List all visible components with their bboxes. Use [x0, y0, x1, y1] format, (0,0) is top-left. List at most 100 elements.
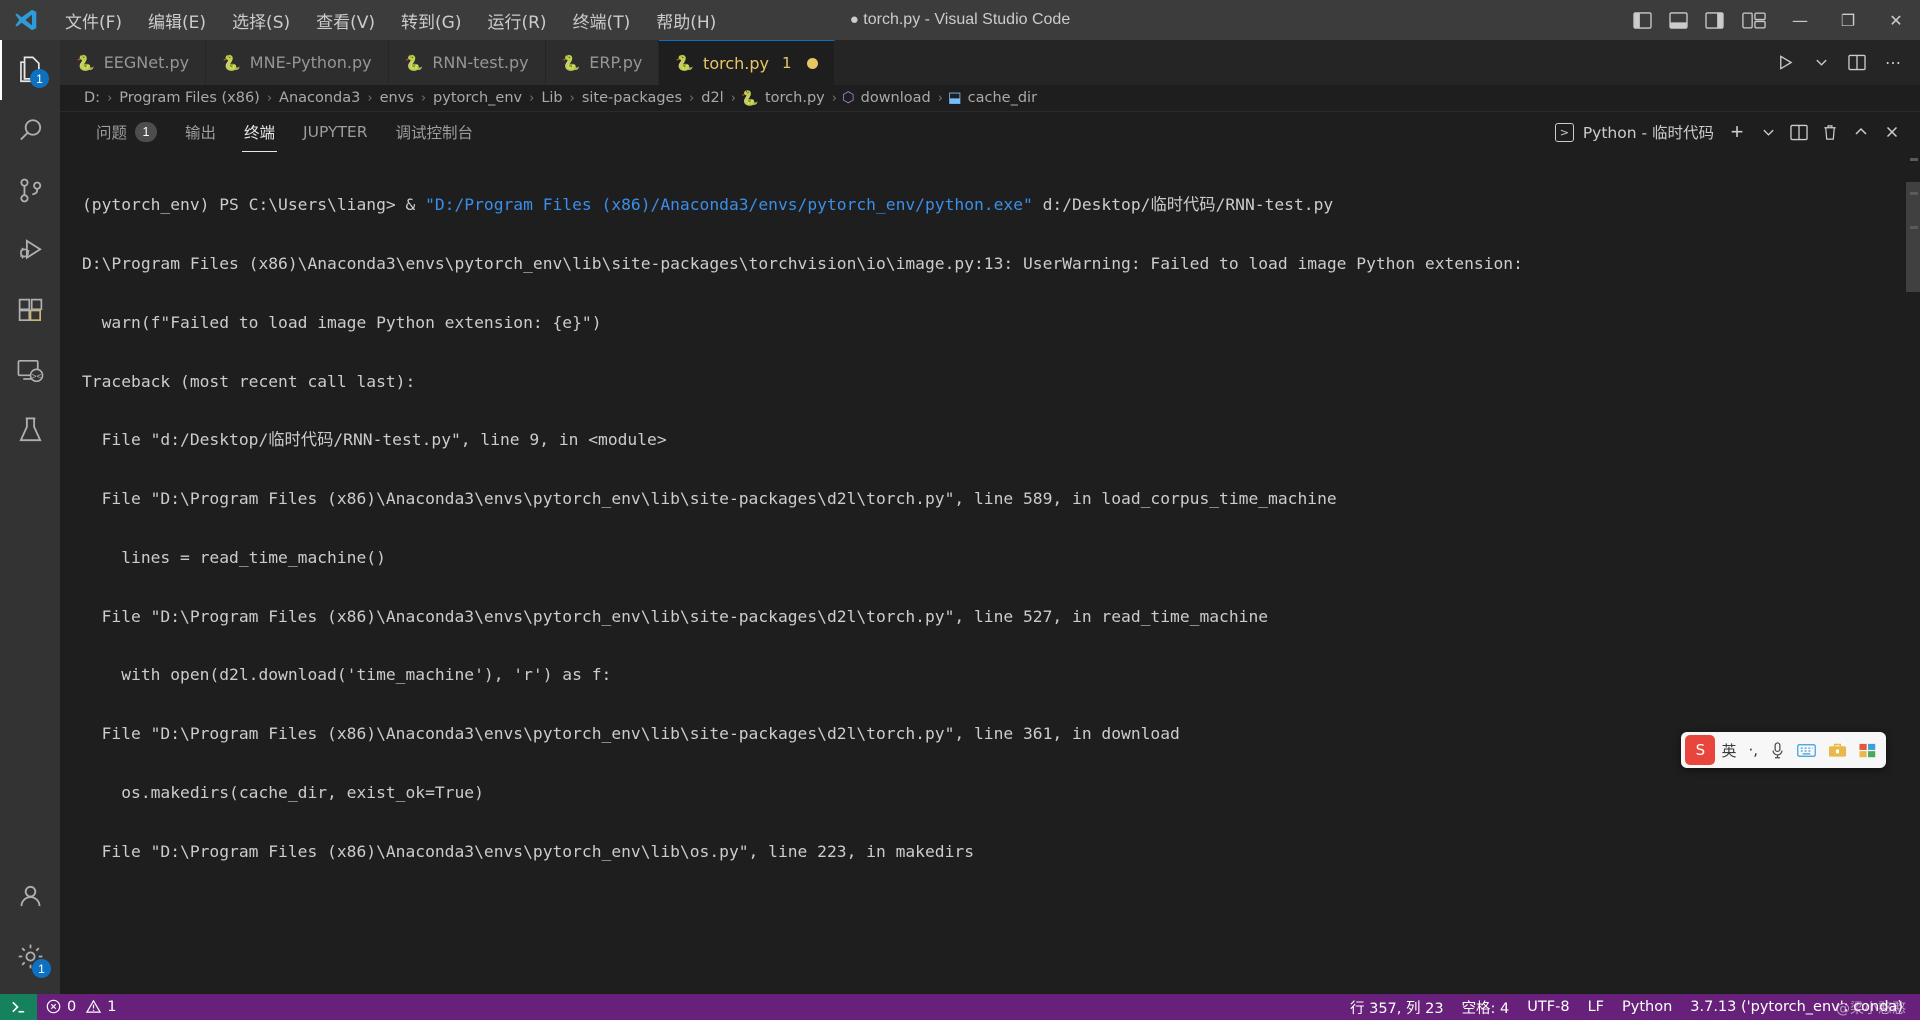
sidebar-item-run-debug[interactable] — [0, 220, 60, 280]
sidebar-item-explorer[interactable]: 1 — [0, 40, 60, 100]
panel-tab-problems[interactable]: 问题 1 — [82, 112, 171, 152]
terminal-line: File "D:\Program Files (x86)\Anaconda3\e… — [82, 724, 1180, 744]
customize-layout-icon[interactable] — [1732, 0, 1776, 40]
panel-tab-terminal[interactable]: 终端 — [230, 112, 289, 152]
tab-label: EEGNet.py — [103, 53, 190, 72]
tab-dirty-indicator-icon[interactable] — [806, 57, 818, 69]
maximize-button[interactable]: ❐ — [1824, 0, 1872, 40]
breadcrumb-item-lib[interactable]: Lib — [539, 90, 564, 106]
encoding[interactable]: UTF-8 — [1518, 994, 1578, 1020]
panel-tab-label: JUPYTER — [303, 123, 368, 141]
plus-icon[interactable]: + — [1723, 117, 1751, 147]
editor-actions: ⋯ — [1768, 40, 1920, 85]
menu-item-selection[interactable]: 选择(S) — [219, 4, 303, 37]
tab-mne-python[interactable]: 🐍 MNE-Python.py — [206, 40, 389, 85]
terminal-output[interactable]: (pytorch_env) PS C:\Users\liang> & "D:/P… — [60, 152, 1920, 999]
window-title-text: torch.py - Visual Studio Code — [863, 11, 1071, 28]
minimize-button[interactable]: — — [1776, 0, 1824, 40]
panel-tab-output[interactable]: 输出 — [171, 112, 230, 152]
sidebar-item-extensions[interactable] — [0, 280, 60, 340]
chevron-down-icon[interactable] — [1804, 40, 1838, 85]
mic-icon[interactable] — [1764, 741, 1791, 759]
panel-tab-label: 调试控制台 — [395, 124, 473, 142]
breadcrumb-item-site-packages[interactable]: site-packages — [580, 90, 684, 106]
breadcrumb-item-download[interactable]: download — [859, 90, 933, 106]
menu-item-file[interactable]: 文件(F) — [52, 4, 135, 37]
sidebar-item-remote-explorer[interactable]: >< — [0, 340, 60, 400]
watermark: @梁小憨憨 — [1836, 1001, 1906, 1017]
terminal-command-decoration — [1910, 192, 1918, 195]
split-icon[interactable] — [1785, 117, 1813, 147]
breadcrumb-item-pytorch-env[interactable]: pytorch_env — [431, 90, 524, 106]
panel-left-icon[interactable] — [1624, 0, 1660, 40]
keyboard-icon[interactable] — [1791, 743, 1822, 758]
sidebar-item-search[interactable] — [0, 100, 60, 160]
breadcrumb-item-program-files[interactable]: Program Files (x86) — [117, 90, 262, 106]
terminal-line: D:\Program Files (x86)\Anaconda3\envs\py… — [82, 253, 1523, 273]
breadcrumb-item-anaconda3[interactable]: Anaconda3 — [277, 90, 362, 106]
panel-tab-jupyter[interactable]: JUPYTER — [289, 112, 381, 152]
workbench-body: 1 >< 1 🐍 EEGNet.py 🐍 MNE-Python.py 🐍 RNN… — [0, 40, 1920, 999]
sidebar-item-testing[interactable] — [0, 400, 60, 460]
gear-icon[interactable]: 1 — [0, 926, 60, 986]
terminal-line: File "D:\Program Files (x86)\Anaconda3\e… — [82, 606, 1269, 626]
sidebar-item-source-control[interactable] — [0, 160, 60, 220]
ime-toolbar[interactable]: S 英 ·, — [1681, 732, 1886, 768]
ime-mode-english[interactable]: 英 — [1715, 740, 1742, 761]
remote-indicator-icon[interactable] — [0, 994, 37, 1020]
status-bar: 0 1 行 357, 列 23 空格: 4 UTF-8 LF Python 3.… — [0, 994, 1920, 1020]
breadcrumb-separator: › — [266, 90, 273, 106]
python-icon: 🐍 — [222, 53, 241, 72]
problems-status[interactable]: 0 1 — [37, 994, 125, 1020]
breadcrumb-item-torch-py[interactable]: torch.py — [763, 90, 827, 106]
settings-badge: 1 — [32, 959, 51, 978]
accounts-icon[interactable] — [0, 866, 60, 926]
menu-item-terminal[interactable]: 终端(T) — [560, 4, 644, 37]
active-terminal-selector[interactable]: > Python - 临时代码 — [1554, 121, 1720, 143]
symbol-method-icon: ⬡ — [841, 90, 855, 106]
breadcrumb-item-drive[interactable]: D: — [82, 90, 102, 106]
warning-icon — [86, 999, 102, 1016]
breadcrumb-item-envs[interactable]: envs — [378, 90, 416, 106]
menu-item-edit[interactable]: 编辑(E) — [135, 4, 219, 37]
panel-bottom-icon[interactable] — [1660, 0, 1696, 40]
window-controls: — ❐ ✕ — [1624, 0, 1920, 40]
chevron-down-icon[interactable] — [1754, 117, 1782, 147]
menu-item-go[interactable]: 转到(G) — [388, 4, 474, 37]
unsaved-dot-icon: ● — [849, 11, 859, 28]
tab-torch[interactable]: 🐍 torch.py 1 — [659, 40, 835, 85]
breadcrumb-separator: › — [367, 90, 373, 106]
chevron-up-icon[interactable] — [1847, 117, 1875, 147]
language-mode[interactable]: Python — [1613, 994, 1681, 1020]
eol[interactable]: LF — [1579, 994, 1613, 1020]
panel-right-icon[interactable] — [1696, 0, 1732, 40]
breadcrumb-item-d2l[interactable]: d2l — [699, 90, 725, 106]
trash-icon[interactable] — [1816, 117, 1844, 147]
sogou-logo-icon[interactable]: S — [1685, 735, 1716, 765]
indentation[interactable]: 空格: 4 — [1453, 994, 1519, 1020]
ime-punctuation[interactable]: ·, — [1742, 741, 1764, 759]
tab-erp[interactable]: 🐍 ERP.py — [545, 40, 660, 85]
explorer-badge: 1 — [30, 69, 49, 88]
terminal-line: File "D:\Program Files (x86)\Anaconda3\e… — [82, 489, 1337, 509]
terminal-scrollbar-thumb[interactable] — [1906, 182, 1920, 292]
tab-eegnet[interactable]: 🐍 EEGNet.py — [60, 40, 207, 85]
menu-item-view[interactable]: 查看(V) — [303, 4, 388, 37]
ellipsis-icon[interactable]: ⋯ — [1876, 40, 1910, 85]
play-icon[interactable] — [1768, 40, 1802, 85]
terminal-scrollbar[interactable] — [1906, 152, 1920, 999]
terminal-chevron-icon: > — [1554, 122, 1574, 142]
close-button[interactable]: ✕ — [1872, 0, 1920, 40]
menu-icon[interactable] — [1853, 743, 1882, 758]
close-icon[interactable] — [1878, 117, 1906, 147]
menu-item-help[interactable]: 帮助(H) — [643, 4, 729, 37]
split-editor-icon[interactable] — [1840, 40, 1874, 85]
tab-rnn-test[interactable]: 🐍 RNN-test.py — [388, 40, 546, 85]
panel-tab-debug-console[interactable]: 调试控制台 — [381, 112, 487, 152]
terminal-line: File "D:\Program Files (x86)\Anaconda3\e… — [82, 841, 974, 861]
toolbox-icon[interactable] — [1822, 742, 1853, 758]
menu-item-run[interactable]: 运行(R) — [474, 4, 559, 37]
breadcrumb-item-cache-dir[interactable]: cache_dir — [966, 90, 1039, 106]
panel-tab-bar: 问题 1 输出 终端 JUPYTER 调试控制台 > Python - 临时代码… — [60, 112, 1920, 152]
cursor-position[interactable]: 行 357, 列 23 — [1341, 994, 1453, 1020]
